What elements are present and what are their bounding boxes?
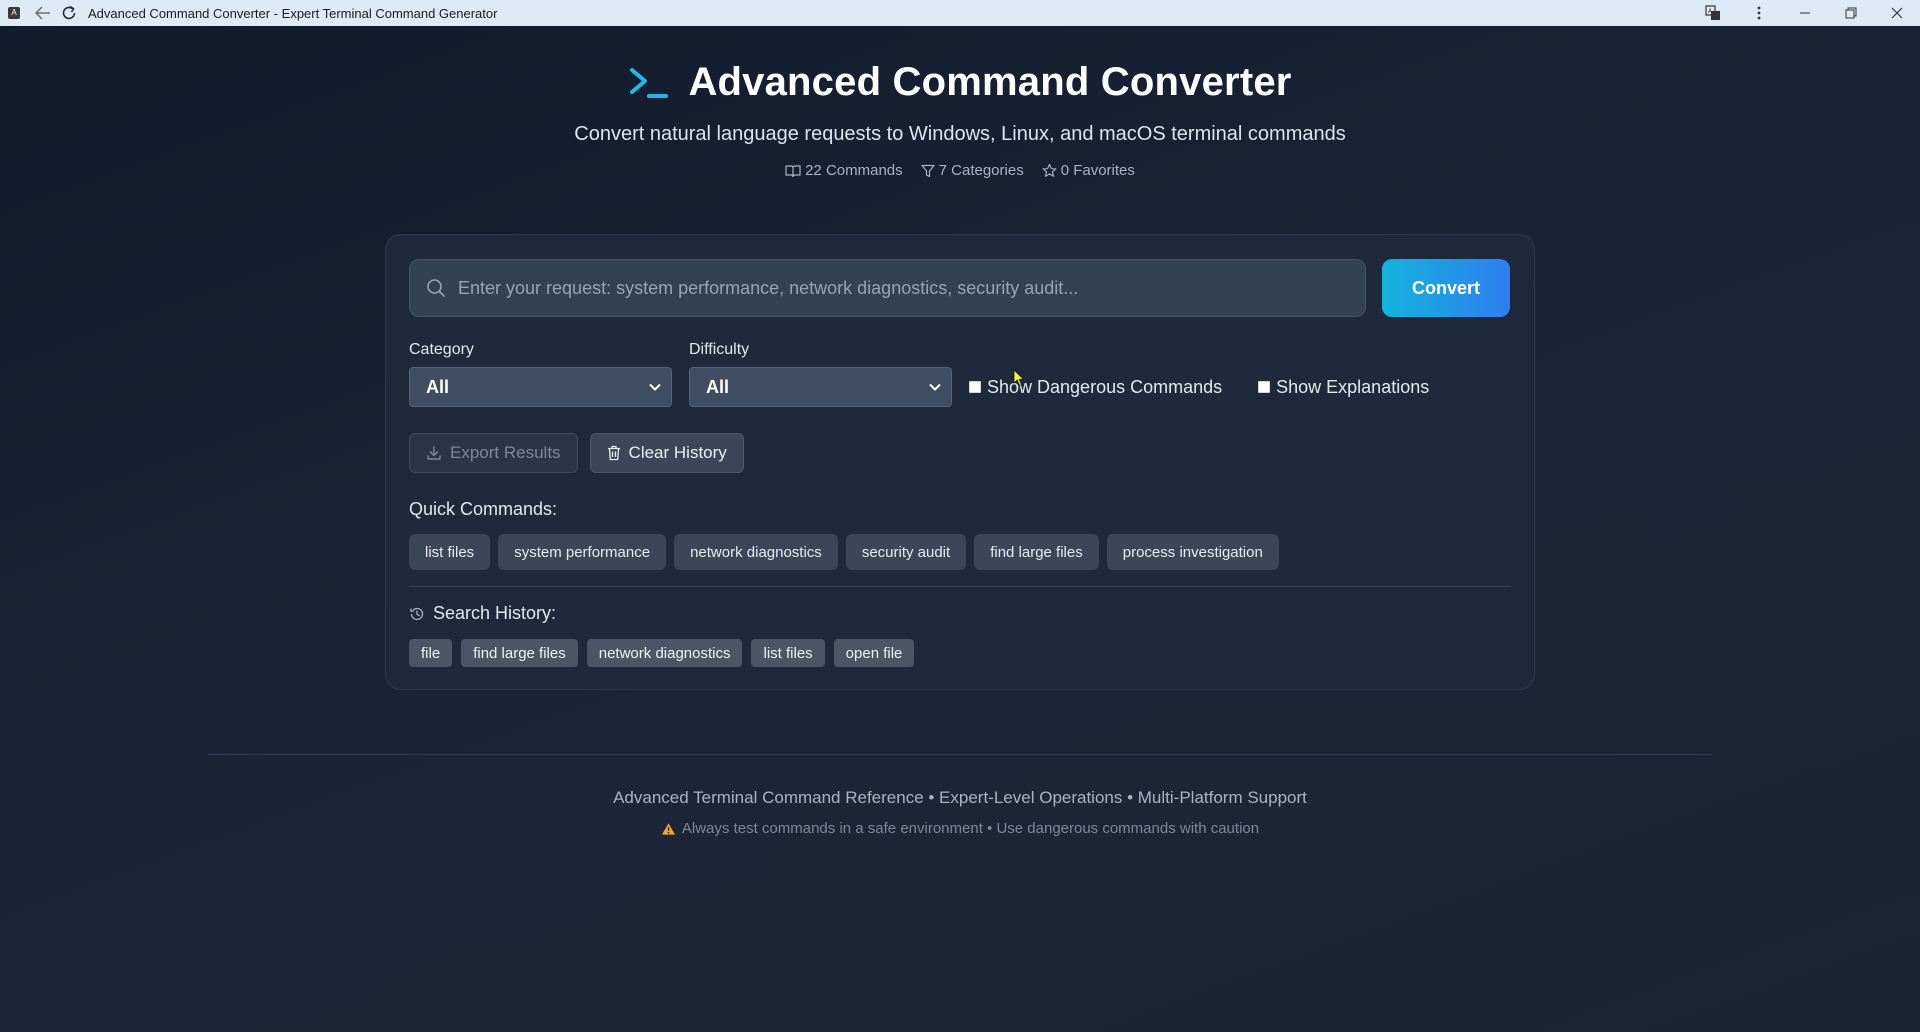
restore-button[interactable] bbox=[1828, 0, 1874, 26]
footer-divider bbox=[208, 754, 1712, 755]
clear-history-button[interactable]: Clear History bbox=[589, 433, 744, 473]
footer-text: Advanced Terminal Command Reference • Ex… bbox=[613, 788, 1307, 807]
close-window-button[interactable] bbox=[1874, 0, 1920, 26]
search-history-list: file find large files network diagnostic… bbox=[409, 639, 915, 667]
book-open-icon bbox=[785, 164, 801, 177]
filters-row: Category All Difficulty All Show Dangero… bbox=[409, 341, 1465, 407]
difficulty-label: Difficulty bbox=[689, 341, 750, 358]
trash-icon bbox=[607, 445, 620, 461]
search-history-heading: Search History: bbox=[409, 603, 556, 624]
quick-command-chip[interactable]: process investigation bbox=[1106, 534, 1279, 570]
search-input[interactable] bbox=[458, 277, 1338, 299]
close-icon bbox=[1891, 7, 1903, 19]
actions-row: Export Results Clear History bbox=[409, 433, 744, 473]
history-chip[interactable]: network diagnostics bbox=[586, 639, 743, 667]
back-button[interactable] bbox=[30, 0, 56, 26]
history-chip[interactable]: find large files bbox=[461, 639, 578, 667]
window-titlebar: A Advanced Command Converter - Expert Te… bbox=[0, 0, 1920, 26]
quick-command-chip[interactable]: find large files bbox=[974, 534, 1099, 570]
show-dangerous-checkbox[interactable] bbox=[969, 381, 981, 393]
quick-command-chip[interactable]: list files bbox=[409, 534, 491, 570]
download-icon bbox=[427, 446, 441, 460]
chevron-down-icon bbox=[649, 383, 661, 391]
warning-icon bbox=[661, 822, 675, 835]
category-filter: Category All bbox=[409, 341, 672, 407]
search-history-label: Search History: bbox=[433, 603, 557, 623]
category-select[interactable]: All bbox=[409, 367, 672, 407]
difficulty-value: All bbox=[706, 376, 730, 397]
app-icon: A bbox=[8, 7, 20, 19]
stats-bar: 22 Commands 7 Categories 0 Favorites bbox=[0, 162, 1920, 179]
page-title: Advanced Command Converter bbox=[0, 60, 1920, 105]
history-chip[interactable]: file bbox=[409, 639, 453, 667]
convert-button[interactable]: Convert bbox=[1382, 259, 1510, 317]
stat-categories: 7 Categories bbox=[921, 162, 1024, 179]
minimize-icon bbox=[1800, 12, 1810, 14]
quick-command-chip[interactable]: system performance bbox=[498, 534, 667, 570]
history-chip[interactable]: open file bbox=[833, 639, 915, 667]
quick-commands-label: Quick Commands: bbox=[409, 499, 558, 519]
stat-favorites: 0 Favorites bbox=[1042, 162, 1135, 179]
more-vertical-icon bbox=[1757, 6, 1761, 20]
reload-button[interactable] bbox=[56, 0, 82, 26]
difficulty-select[interactable]: All bbox=[689, 367, 952, 407]
quick-command-chip[interactable]: security audit bbox=[845, 534, 967, 570]
mouse-cursor-icon bbox=[1013, 369, 1025, 392]
converter-panel: Convert Category All Difficulty All Show… bbox=[385, 234, 1535, 690]
filter-icon bbox=[921, 164, 935, 177]
restore-icon bbox=[1845, 7, 1857, 19]
history-chip[interactable]: list files bbox=[751, 639, 825, 667]
section-divider bbox=[409, 586, 1511, 587]
category-value: All bbox=[426, 376, 450, 397]
arrow-left-icon bbox=[35, 6, 50, 20]
history-icon bbox=[410, 607, 424, 620]
quick-command-chip[interactable]: network diagnostics bbox=[674, 534, 838, 570]
stat-commands: 22 Commands bbox=[785, 162, 903, 179]
reload-icon bbox=[62, 5, 76, 20]
page-header: Advanced Command Converter Convert natur… bbox=[0, 26, 1920, 179]
footer-warning-text: Always test commands in a safe environme… bbox=[681, 820, 1260, 837]
difficulty-filter: Difficulty All bbox=[689, 341, 952, 407]
translate-icon: A bbox=[1705, 5, 1720, 20]
export-results-button[interactable]: Export Results bbox=[409, 433, 578, 473]
translate-button[interactable]: A bbox=[1690, 0, 1736, 26]
terminal-prompt-icon bbox=[628, 66, 669, 100]
search-box[interactable] bbox=[409, 259, 1366, 317]
more-menu-button[interactable] bbox=[1736, 0, 1782, 26]
category-label: Category bbox=[409, 341, 474, 358]
page-subtitle: Convert natural language requests to Win… bbox=[574, 123, 1346, 145]
footer-warning: Always test commands in a safe environme… bbox=[0, 820, 1920, 837]
show-explanations-label: Show Explanations bbox=[1276, 376, 1430, 397]
chevron-down-icon bbox=[929, 383, 941, 391]
quick-commands-list: list files system performance network di… bbox=[409, 534, 1279, 570]
star-icon bbox=[1042, 163, 1057, 177]
window-title: Advanced Command Converter - Expert Term… bbox=[88, 5, 498, 21]
minimize-button[interactable] bbox=[1782, 0, 1828, 26]
search-row: Convert bbox=[409, 259, 1510, 317]
show-explanations-toggle[interactable]: Show Explanations bbox=[1258, 367, 1429, 407]
page-title-text: Advanced Command Converter bbox=[688, 60, 1292, 104]
show-explanations-checkbox[interactable] bbox=[1258, 381, 1271, 393]
search-icon bbox=[427, 279, 445, 297]
show-dangerous-toggle[interactable]: Show Dangerous Commands bbox=[969, 367, 1222, 407]
